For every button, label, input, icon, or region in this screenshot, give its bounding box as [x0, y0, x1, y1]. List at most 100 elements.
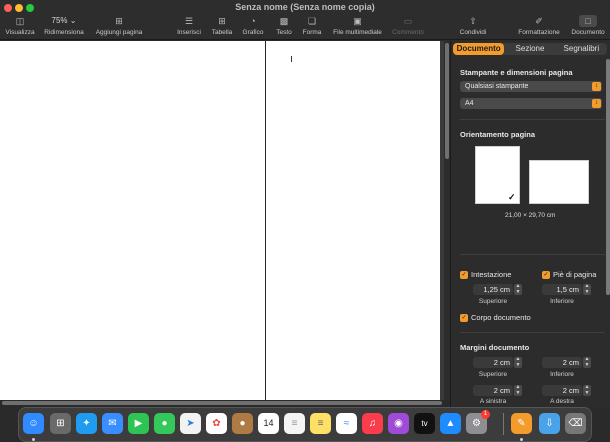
margin-bottom-stepper[interactable]: 2 cm ▲ ▼: [542, 356, 592, 368]
checkbox-checked-icon: ✓: [460, 271, 468, 280]
pages-icon[interactable]: ✎: [511, 413, 532, 434]
grafico-label: Grafico: [242, 29, 264, 36]
launchpad-icon[interactable]: ⊞: [50, 413, 71, 434]
comment-icon: ▭: [403, 16, 413, 26]
margin-left-caption: A sinistra: [479, 398, 507, 405]
checkmark-icon: ✓: [508, 192, 516, 202]
body-label: Corpo documento: [471, 313, 531, 322]
dock-separator: [503, 413, 504, 435]
tab-documento[interactable]: Documento: [453, 43, 505, 55]
facetime-icon[interactable]: ▶: [128, 413, 149, 434]
formattazione-button[interactable]: ✐ Formattazione: [515, 15, 563, 36]
margin-right-value[interactable]: 2 cm: [542, 385, 582, 396]
file-multimediale-label: File multimediale: [333, 29, 382, 36]
tabella-label: Tabella: [211, 29, 233, 36]
calendar-icon[interactable]: 14: [258, 413, 279, 434]
paper-size-select[interactable]: A4 ↕: [460, 98, 602, 109]
stepper-arrows-icon[interactable]: ▲ ▼: [514, 384, 522, 396]
footer-checkbox[interactable]: ✓ Piè di pagina: [542, 270, 597, 280]
tab-segnalibri[interactable]: Segnalibri: [556, 43, 607, 55]
maps-icon[interactable]: ➤: [180, 413, 201, 434]
mail-icon[interactable]: ✉: [102, 413, 123, 434]
commento-button[interactable]: ▭ Commento: [390, 15, 426, 36]
pages-window: Senza nome (Senza nome copia) ◫ Visualiz…: [0, 0, 610, 442]
tabella-button[interactable]: ⊞ Tabella: [209, 15, 235, 36]
divider: [460, 254, 605, 255]
notification-badge: 1: [481, 410, 490, 419]
zoom-value: 75% ⌄: [51, 16, 77, 25]
landscape-orientation-option[interactable]: [529, 160, 589, 204]
aggiungi-pagina-button[interactable]: ⊞ Aggiungi pagina: [93, 15, 145, 36]
table-icon: ⊞: [218, 16, 226, 26]
podcasts-icon[interactable]: ◉: [388, 413, 409, 434]
condividi-label: Condividi: [459, 29, 487, 36]
appletv-label: tv: [421, 419, 428, 428]
tab-sezione[interactable]: Sezione: [504, 43, 555, 55]
inserisci-button[interactable]: ☰ Inserisci: [175, 15, 203, 36]
testo-button[interactable]: ▩ Testo: [273, 15, 295, 36]
shape-icon: ❏: [307, 16, 317, 26]
document-canvas[interactable]: [0, 41, 444, 400]
notes-icon[interactable]: ≡: [310, 413, 331, 434]
downloads-folder-icon[interactable]: ⇩: [539, 413, 560, 434]
running-indicator: [32, 438, 35, 441]
canvas-horizontal-scroll-thumb[interactable]: [2, 401, 442, 405]
commento-label: Commento: [392, 29, 424, 36]
contacts-icon[interactable]: ●: [232, 413, 253, 434]
finder-icon[interactable]: ☺: [23, 413, 44, 434]
stepper-arrows-icon[interactable]: ▲ ▼: [514, 356, 522, 368]
forma-label: Forma: [302, 29, 322, 36]
appstore-icon[interactable]: ▲: [440, 413, 461, 434]
margin-right-caption: A destra: [550, 398, 574, 405]
stepper-arrows-icon[interactable]: ▲ ▼: [583, 283, 591, 295]
header-checkbox[interactable]: ✓ Intestazione: [460, 270, 511, 280]
inspector-scrollbar[interactable]: [606, 59, 610, 295]
divider: [460, 119, 605, 120]
footer-value[interactable]: 1,5 cm: [542, 284, 582, 295]
safari-icon[interactable]: ✦: [76, 413, 97, 434]
music-icon[interactable]: ♫: [362, 413, 383, 434]
header-stepper[interactable]: 1,25 cm ▲ ▼: [473, 283, 523, 295]
margin-right-stepper[interactable]: 2 cm ▲ ▼: [542, 384, 592, 396]
visualizza-button[interactable]: ◫ Visualizza: [4, 15, 36, 36]
header-value[interactable]: 1,25 cm: [473, 284, 513, 295]
printer-select[interactable]: Qualsiasi stampante ↕: [460, 81, 602, 92]
footer-stepper[interactable]: 1,5 cm ▲ ▼: [542, 283, 592, 295]
checkbox-checked-icon: ✓: [460, 314, 468, 323]
reminders-icon[interactable]: ≡: [284, 413, 305, 434]
forma-button[interactable]: ❏ Forma: [300, 15, 324, 36]
canvas-vertical-scroll-thumb[interactable]: [445, 43, 449, 159]
file-multimediale-button[interactable]: ▣ File multimediale: [330, 15, 385, 36]
document-inspector: Documento Sezione Segnalibri Stampante e…: [450, 41, 610, 407]
documento-button[interactable]: □ Documento: [568, 15, 608, 36]
grafico-button[interactable]: ◔ Grafico: [240, 15, 266, 36]
stepper-arrows-icon[interactable]: ▲ ▼: [583, 384, 591, 396]
running-indicator: [520, 438, 523, 441]
appletv-icon[interactable]: tv: [414, 413, 435, 434]
chevron-down-icon: ⌄: [69, 16, 77, 25]
system-settings-icon[interactable]: ⚙ 1: [466, 410, 490, 434]
body-checkbox[interactable]: ✓ Corpo documento: [460, 313, 531, 323]
margin-bottom-value[interactable]: 2 cm: [542, 357, 582, 368]
margin-top-value[interactable]: 2 cm: [473, 357, 513, 368]
margin-left-value[interactable]: 2 cm: [473, 385, 513, 396]
condividi-button[interactable]: ⇧ Condividi: [457, 15, 489, 36]
visualizza-label: Visualizza: [5, 29, 35, 36]
margin-top-stepper[interactable]: 2 cm ▲ ▼: [473, 356, 523, 368]
trash-icon[interactable]: ⌫: [565, 413, 586, 434]
stepper-arrows-icon[interactable]: ▲ ▼: [514, 283, 522, 295]
messages-icon[interactable]: ●: [154, 413, 175, 434]
page-right[interactable]: [266, 41, 440, 400]
zoom-menu[interactable]: 75% ⌄ Ridimensiona: [42, 15, 86, 36]
photos-icon[interactable]: ✿: [206, 413, 227, 434]
freeform-icon[interactable]: ≈: [336, 413, 357, 434]
canvas-horizontal-scrollbar[interactable]: [0, 400, 450, 406]
window-title: Senza nome (Senza nome copia): [235, 2, 375, 12]
titlebar: Senza nome (Senza nome copia) ◫ Visualiz…: [0, 0, 610, 40]
margin-left-stepper[interactable]: 2 cm ▲ ▼: [473, 384, 523, 396]
stepper-arrows-icon[interactable]: ▲ ▼: [583, 356, 591, 368]
page-left[interactable]: [0, 41, 265, 400]
popup-chevrons-icon: ↕: [592, 99, 601, 108]
footer-label: Piè di pagina: [553, 270, 597, 279]
text-cursor: [291, 56, 292, 62]
